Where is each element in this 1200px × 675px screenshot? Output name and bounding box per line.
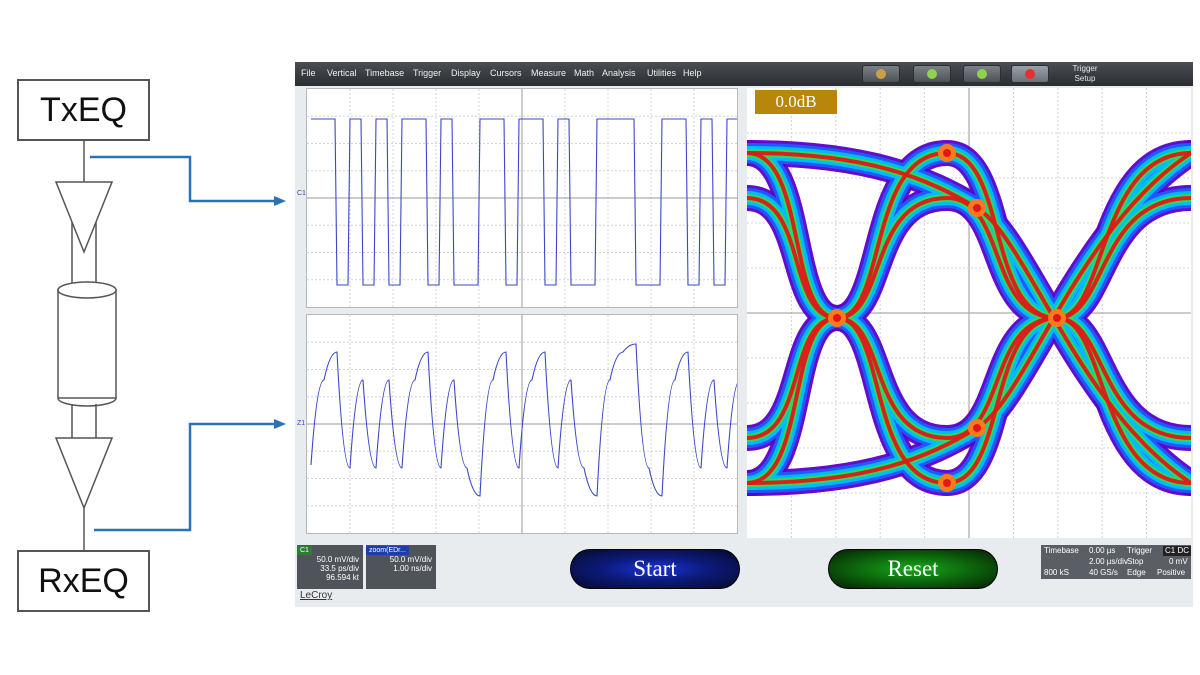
slope-value: Positive bbox=[1157, 568, 1186, 577]
c1-volts-div: 50.0 mV/div bbox=[316, 555, 359, 564]
c1-time-div: 33.5 ps/div bbox=[320, 564, 359, 573]
timebase-label: Timebase bbox=[1044, 546, 1079, 555]
stop-trigger-button[interactable] bbox=[1011, 65, 1049, 83]
rx-waveform-panel bbox=[306, 314, 738, 534]
auto-setup-button[interactable] bbox=[862, 65, 900, 83]
eye-diagram-panel bbox=[747, 88, 1191, 538]
cable-icon bbox=[57, 281, 117, 407]
menu-timebase[interactable]: Timebase bbox=[365, 68, 404, 78]
eye-hotspot-core bbox=[833, 314, 841, 322]
z1-time-div: 1.00 ns/div bbox=[393, 564, 432, 573]
reset-button[interactable]: Reset bbox=[828, 549, 998, 589]
tx-waveform-grid bbox=[307, 89, 737, 307]
rx-waveform-trace bbox=[310, 343, 737, 497]
z1-volts-div: 50.0 mV/div bbox=[389, 555, 432, 564]
sample-rate: 40 GS/s bbox=[1089, 568, 1118, 577]
eye-diagram-svg bbox=[747, 88, 1191, 538]
menu-file[interactable]: File bbox=[301, 68, 316, 78]
auto-trigger-icon bbox=[927, 69, 937, 79]
tx-waveform-svg bbox=[307, 89, 737, 307]
rx-probe-arrow bbox=[94, 422, 278, 532]
time-per-div: 2.00 µs/div bbox=[1089, 557, 1128, 566]
eye-hotspot-core bbox=[943, 479, 951, 487]
eye-hotspot-core bbox=[1053, 314, 1061, 322]
tx-driver-icon bbox=[54, 181, 114, 255]
sample-count: 800 kS bbox=[1044, 568, 1069, 577]
trigger-setup-line2: Setup bbox=[1074, 74, 1096, 83]
rx-waveform-grid bbox=[307, 315, 737, 533]
stop-label: Stop bbox=[1127, 557, 1144, 566]
tx-probe-arrow bbox=[90, 155, 278, 203]
timebase-trigger-readout[interactable]: Timebase 0.00 µs Trigger C1 DC 2.00 µs/d… bbox=[1041, 545, 1191, 579]
trigger-label: Trigger bbox=[1127, 546, 1153, 555]
channel-marker-c1: C1 bbox=[297, 190, 306, 197]
c1-record: 96.594 kt bbox=[326, 573, 359, 582]
rx-receiver-icon bbox=[54, 437, 114, 511]
signal-chain-lines bbox=[54, 141, 117, 550]
start-button[interactable]: Start bbox=[570, 549, 740, 589]
channel-marker-z1: Z1 bbox=[297, 420, 306, 427]
timebase-value: 0.00 µs bbox=[1089, 546, 1116, 555]
auto-trigger-button[interactable] bbox=[913, 65, 951, 83]
single-trigger-icon bbox=[977, 69, 987, 79]
menu-analysis[interactable]: Analysis bbox=[602, 68, 636, 78]
menu-bar: File Vertical Timebase Trigger Display C… bbox=[295, 62, 1193, 86]
signal-chain-diagram bbox=[54, 141, 286, 550]
gain-db-badge: 0.0dB bbox=[755, 90, 837, 114]
rx-waveform-svg bbox=[307, 315, 737, 533]
menu-math[interactable]: Math bbox=[574, 68, 594, 78]
probe-arrows bbox=[90, 155, 286, 532]
eye-hotspot-core bbox=[973, 204, 981, 212]
z1-readout-tag: zoom(EDr... bbox=[366, 546, 409, 555]
trigger-level: 0 mV bbox=[1169, 557, 1188, 566]
menu-measure[interactable]: Measure bbox=[531, 68, 566, 78]
c1-readout-tag: C1 bbox=[297, 546, 312, 555]
trigger-tag: C1 DC bbox=[1163, 546, 1191, 556]
stop-trigger-icon bbox=[1025, 69, 1035, 79]
c1-readout[interactable]: C1 50.0 mV/div 33.5 ps/div 96.594 kt bbox=[297, 545, 363, 589]
eye-hotspot-core bbox=[943, 149, 951, 157]
edge-label: Edge bbox=[1127, 568, 1146, 577]
lecroy-logo: LeCroy bbox=[300, 590, 333, 601]
eye-hotspot-core bbox=[973, 424, 981, 432]
trigger-setup-button[interactable]: Trigger Setup bbox=[1065, 64, 1105, 84]
menu-vertical[interactable]: Vertical bbox=[327, 68, 357, 78]
menu-utilities[interactable]: Utilities bbox=[647, 68, 676, 78]
z1-readout[interactable]: zoom(EDr... 50.0 mV/div 1.00 ns/div bbox=[366, 545, 436, 589]
menu-help[interactable]: Help bbox=[683, 68, 702, 78]
menu-trigger[interactable]: Trigger bbox=[413, 68, 441, 78]
tx-waveform-panel bbox=[306, 88, 738, 308]
oscilloscope-window: File Vertical Timebase Trigger Display C… bbox=[295, 62, 1193, 607]
menu-display[interactable]: Display bbox=[451, 68, 481, 78]
trigger-setup-line1: Trigger bbox=[1072, 64, 1098, 73]
auto-setup-icon bbox=[876, 69, 886, 79]
single-trigger-button[interactable] bbox=[963, 65, 1001, 83]
menu-cursors[interactable]: Cursors bbox=[490, 68, 522, 78]
